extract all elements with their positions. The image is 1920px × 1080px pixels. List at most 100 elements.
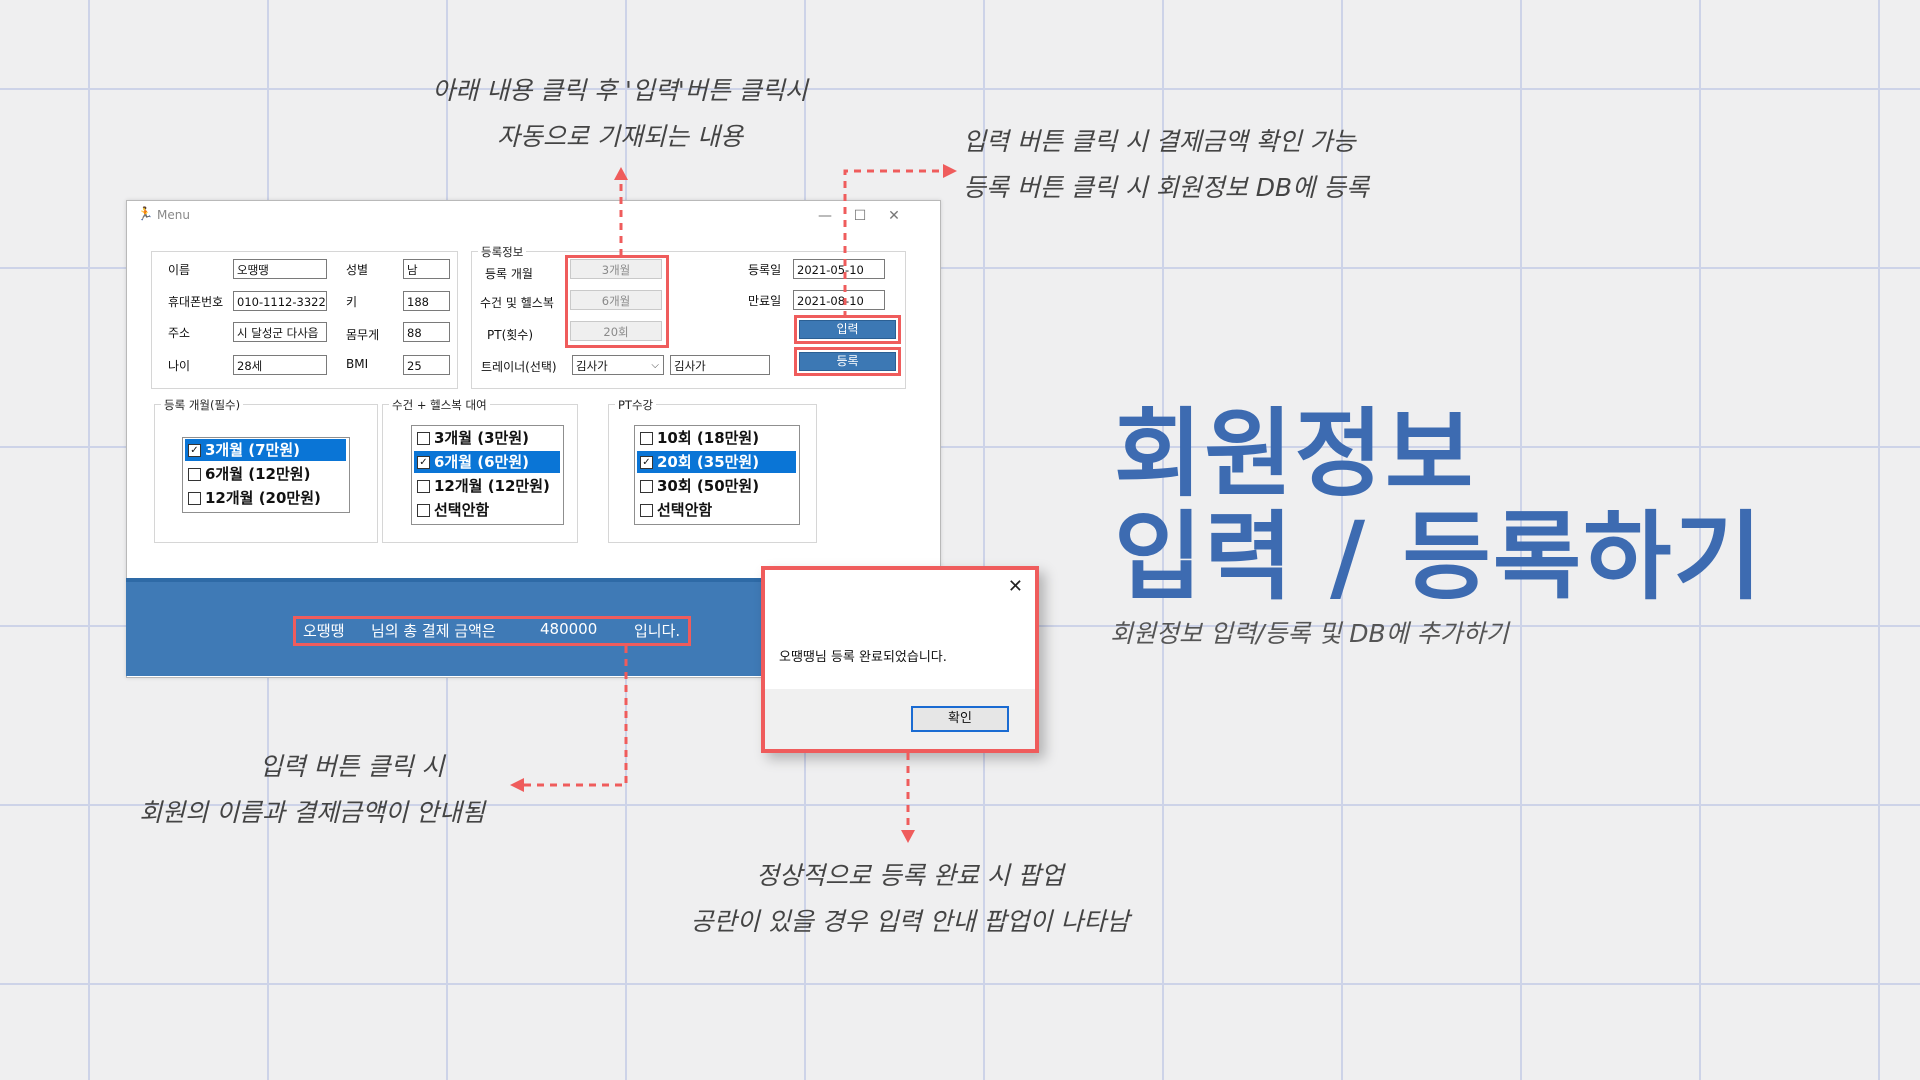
checkbox-checked-icon[interactable]: ✓ bbox=[188, 444, 201, 457]
towel-listbox: 3개월 (3만원) ✓ 6개월 (6만원) 12개월 (12만원) 선택안함 bbox=[411, 425, 564, 525]
option-label: 선택안함 bbox=[434, 501, 490, 519]
list-item[interactable]: ✓ 3개월 (7만원) bbox=[185, 439, 346, 461]
annotation-line: 입력 버튼 클릭 시 bbox=[259, 752, 445, 781]
name-field[interactable]: 오땡땡 bbox=[233, 259, 327, 279]
list-item[interactable]: 30회 (50만원) bbox=[637, 475, 796, 497]
checkbox-icon[interactable] bbox=[417, 504, 430, 517]
option-label: 10회 (18만원) bbox=[657, 429, 760, 447]
option-label: 6개월 (12만원) bbox=[205, 465, 311, 483]
list-item[interactable]: 선택안함 bbox=[637, 499, 796, 521]
payment-text: 님의 총 결제 금액은 bbox=[371, 622, 496, 640]
gender-label: 성별 bbox=[346, 263, 369, 277]
payment-amount: 480000 bbox=[540, 620, 598, 638]
close-icon[interactable]: ✕ bbox=[1008, 576, 1023, 597]
list-item[interactable]: 선택안함 bbox=[414, 499, 560, 521]
checkbox-icon[interactable] bbox=[188, 468, 201, 481]
age-field[interactable]: 28세 bbox=[233, 355, 327, 375]
annotation-line: 등록 버튼 클릭 시 회원정보 DB에 등록 bbox=[963, 173, 1370, 202]
weight-field[interactable]: 88 bbox=[403, 322, 450, 342]
list-item[interactable]: 10회 (18만원) bbox=[637, 427, 796, 449]
bmi-field[interactable]: 25 bbox=[403, 355, 450, 375]
annotation-top-center: 아래 내용 클릭 후 '입력'버튼 클릭시 자동으로 기재되는 내용 bbox=[400, 68, 840, 160]
address-field[interactable]: 시 달성군 다사읍 bbox=[233, 322, 327, 342]
pt-label: PT(횟수) bbox=[487, 328, 534, 342]
annotation-top-right: 입력 버튼 클릭 시 결제금액 확인 가능 등록 버튼 클릭 시 회원정보 DB… bbox=[963, 119, 1369, 211]
checkbox-icon[interactable] bbox=[417, 480, 430, 493]
phone-field[interactable]: 010-1112-3322 bbox=[233, 291, 327, 311]
register-button[interactable]: 등록 bbox=[799, 352, 896, 371]
checkbox-icon[interactable] bbox=[640, 504, 653, 517]
list-item[interactable]: 6개월 (12만원) bbox=[185, 463, 346, 485]
list-item[interactable]: ✓ 6개월 (6만원) bbox=[414, 451, 560, 473]
option-label: 20회 (35만원) bbox=[657, 453, 760, 471]
annotation-line: 입력 버튼 클릭 시 결제금액 확인 가능 bbox=[963, 127, 1356, 156]
annotation-line: 회원의 이름과 결제금액이 안내됨 bbox=[139, 798, 485, 827]
gender-field[interactable]: 남 bbox=[403, 259, 450, 279]
list-item[interactable]: ✓ 20회 (35만원) bbox=[637, 451, 796, 473]
input-button[interactable]: 입력 bbox=[799, 320, 896, 339]
chevron-down-icon[interactable]: ⌵ bbox=[651, 356, 659, 374]
height-field[interactable]: 188 bbox=[403, 291, 450, 311]
ok-button[interactable]: 확인 bbox=[911, 706, 1009, 732]
annotation-bottom-center: 정상적으로 등록 완료 시 팝업 공란이 있을 경우 입력 안내 팝업이 나타남 bbox=[640, 853, 1180, 945]
weight-label: 몸무게 bbox=[346, 328, 380, 342]
checkbox-icon[interactable] bbox=[640, 432, 653, 445]
months-listbox: ✓ 3개월 (7만원) 6개월 (12만원) 12개월 (20만원) bbox=[182, 437, 350, 513]
option-label: 선택안함 bbox=[657, 501, 713, 519]
pt-listbox: 10회 (18만원) ✓ 20회 (35만원) 30회 (50만원) 선택안함 bbox=[634, 425, 800, 525]
age-label: 나이 bbox=[168, 359, 191, 373]
annotation-bottom-left: 입력 버튼 클릭 시 회원의 이름과 결제금액이 안내됨 bbox=[112, 744, 512, 836]
minimize-icon[interactable]: — bbox=[810, 205, 840, 227]
registration-group-title: 등록정보 bbox=[478, 244, 527, 260]
registration-complete-popup: ✕ 오땡땡님 등록 완료되었습니다. 확인 bbox=[761, 566, 1039, 753]
window-title: Menu bbox=[157, 208, 190, 222]
option-label: 12개월 (12만원) bbox=[434, 477, 550, 495]
list-item[interactable]: 12개월 (20만원) bbox=[185, 487, 346, 509]
end-date-field[interactable]: 2021-08-10 bbox=[793, 290, 885, 310]
close-icon[interactable]: ✕ bbox=[879, 205, 909, 227]
trainer-combo[interactable]: 김사가 ⌵ bbox=[572, 355, 664, 375]
towel-label: 수건 및 헬스복 bbox=[480, 296, 554, 310]
headline-title-line1: 회원정보 bbox=[1114, 398, 1476, 510]
months-label: 등록 개월 bbox=[485, 267, 533, 281]
towel-group-title: 수건 + 헬스복 대여 bbox=[389, 397, 490, 413]
arrow-head-left bbox=[510, 778, 524, 792]
name-label: 이름 bbox=[168, 263, 191, 277]
annotation-line: 정상적으로 등록 완료 시 팝업 bbox=[756, 861, 1064, 890]
checkbox-checked-icon[interactable]: ✓ bbox=[417, 456, 430, 469]
checkbox-icon[interactable] bbox=[417, 432, 430, 445]
option-label: 30회 (50만원) bbox=[657, 477, 760, 495]
bmi-label: BMI bbox=[346, 357, 369, 371]
trainer-field[interactable]: 김사가 bbox=[670, 355, 770, 375]
address-label: 주소 bbox=[168, 326, 191, 340]
end-date-label: 만료일 bbox=[748, 294, 782, 308]
arrow-head-up bbox=[614, 167, 628, 180]
option-label: 6개월 (6만원) bbox=[434, 453, 530, 471]
auto-filled-highlight bbox=[565, 255, 669, 348]
checkbox-checked-icon[interactable]: ✓ bbox=[640, 456, 653, 469]
maximize-icon[interactable]: ☐ bbox=[845, 205, 875, 227]
start-date-label: 등록일 bbox=[748, 263, 782, 277]
height-label: 키 bbox=[346, 295, 358, 309]
phone-label: 휴대폰번호 bbox=[168, 295, 224, 309]
arrow-head-down bbox=[901, 830, 915, 843]
list-item[interactable]: 3개월 (3만원) bbox=[414, 427, 560, 449]
list-item[interactable]: 12개월 (12만원) bbox=[414, 475, 560, 497]
checkbox-icon[interactable] bbox=[188, 492, 201, 505]
checkbox-icon[interactable] bbox=[640, 480, 653, 493]
start-date-field[interactable]: 2021-05-10 bbox=[793, 259, 885, 279]
annotation-line: 공란이 있을 경우 입력 안내 팝업이 나타남 bbox=[690, 907, 1130, 936]
annotation-line: 자동으로 기재되는 내용 bbox=[497, 122, 743, 151]
window-titlebar[interactable]: 🏃 Menu — ☐ ✕ bbox=[127, 201, 940, 231]
months-group-title: 등록 개월(필수) bbox=[161, 397, 244, 413]
trainer-combo-value: 김사가 bbox=[576, 359, 608, 373]
popup-message: 오땡땡님 등록 완료되었습니다. bbox=[779, 650, 947, 665]
trainer-label: 트레이너(선택) bbox=[481, 360, 557, 374]
option-label: 3개월 (3만원) bbox=[434, 429, 530, 447]
app-runner-icon: 🏃 bbox=[137, 207, 154, 222]
payment-text-end: 입니다. bbox=[634, 622, 681, 640]
payment-member-name: 오땡땡 bbox=[303, 622, 345, 640]
pt-group-title: PT수강 bbox=[615, 397, 657, 413]
arrow-head-right bbox=[943, 164, 957, 178]
annotation-line: 아래 내용 클릭 후 '입력'버튼 클릭시 bbox=[432, 76, 808, 105]
